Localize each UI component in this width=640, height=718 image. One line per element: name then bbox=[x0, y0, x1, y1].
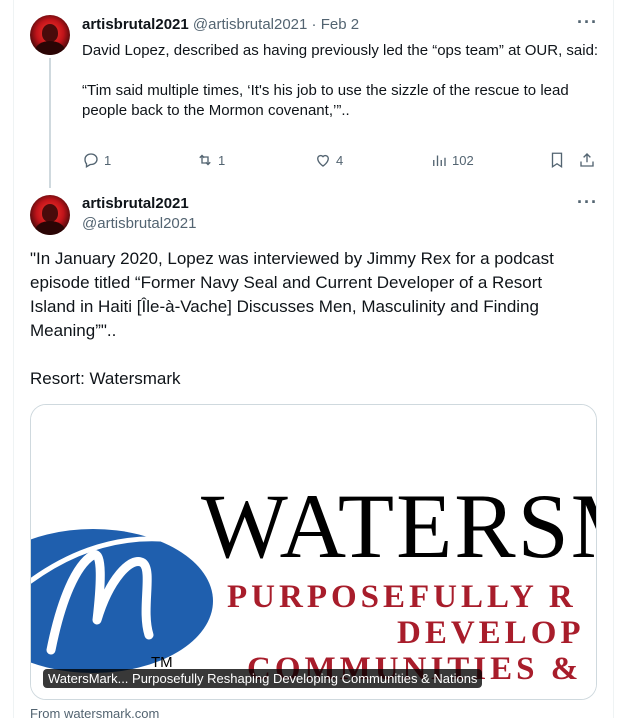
card-source-domain[interactable]: From watersmark.com bbox=[30, 706, 159, 718]
display-name[interactable]: artisbrutal2021 bbox=[82, 16, 189, 33]
retweet-icon bbox=[199, 154, 211, 166]
views-button[interactable]: 102 bbox=[430, 150, 474, 170]
logo-wordmark: WATERSM bbox=[201, 475, 597, 577]
tweet-header: artisbrutal2021 @artisbrutal2021 · Feb 2 bbox=[82, 16, 359, 33]
link-preview-card[interactable]: TM WATERSM PURPOSEFULLY R DEVELOP COMMUN… bbox=[30, 404, 597, 700]
tagline-line-2: DEVELOP bbox=[397, 615, 585, 651]
share-icon bbox=[580, 153, 594, 167]
bookmark-button[interactable] bbox=[548, 150, 566, 170]
more-horizontal-icon[interactable]: ··· bbox=[577, 12, 598, 33]
tweet-text: "In January 2020, Lopez was interviewed … bbox=[30, 247, 590, 391]
tweet-text: David Lopez, described as having previou… bbox=[82, 41, 602, 121]
tweet-paragraph: Resort: Watersmark bbox=[30, 369, 181, 388]
handle[interactable]: @artisbrutal2021 bbox=[82, 215, 196, 232]
tweet-paragraph: David Lopez, described as having previou… bbox=[82, 42, 599, 59]
tagline-line-1: PURPOSEFULLY R bbox=[227, 579, 577, 615]
like-button[interactable]: 4 bbox=[314, 150, 343, 170]
avatar-figure-body bbox=[35, 221, 65, 235]
share-button[interactable] bbox=[578, 150, 596, 170]
bookmark-icon bbox=[551, 152, 563, 169]
tweet-paragraph: "In January 2020, Lopez was interviewed … bbox=[30, 249, 554, 340]
reply-icon bbox=[84, 153, 98, 168]
tweet-paragraph: “Tim said multiple times, ‘It's his job … bbox=[82, 82, 569, 119]
reply-count: 1 bbox=[104, 152, 112, 168]
avatar[interactable] bbox=[30, 15, 70, 55]
avatar-figure-head bbox=[42, 24, 58, 42]
like-count: 4 bbox=[336, 152, 344, 168]
retweet-count: 1 bbox=[218, 152, 226, 168]
handle-and-date[interactable]: @artisbrutal2021 · Feb 2 bbox=[193, 16, 359, 33]
tweet-action-bar: 1 1 4 102 bbox=[82, 150, 602, 170]
card-title-overlay[interactable]: WatersMark... Purposefully Reshaping Dev… bbox=[43, 669, 483, 688]
watersmark-logo-image: TM WATERSM PURPOSEFULLY R DEVELOP COMMUN… bbox=[31, 405, 597, 699]
more-horizontal-icon[interactable]: ··· bbox=[577, 192, 598, 213]
retweet-button[interactable]: 1 bbox=[196, 150, 225, 170]
avatar-figure-head bbox=[42, 204, 58, 222]
display-name[interactable]: artisbrutal2021 bbox=[82, 195, 189, 212]
view-count: 102 bbox=[452, 152, 474, 168]
avatar-figure-body bbox=[35, 41, 65, 55]
avatar[interactable] bbox=[30, 195, 70, 235]
thread-connector-line bbox=[49, 58, 51, 188]
views-icon bbox=[433, 155, 446, 166]
reply-button[interactable]: 1 bbox=[82, 150, 111, 170]
heart-icon bbox=[317, 154, 329, 167]
